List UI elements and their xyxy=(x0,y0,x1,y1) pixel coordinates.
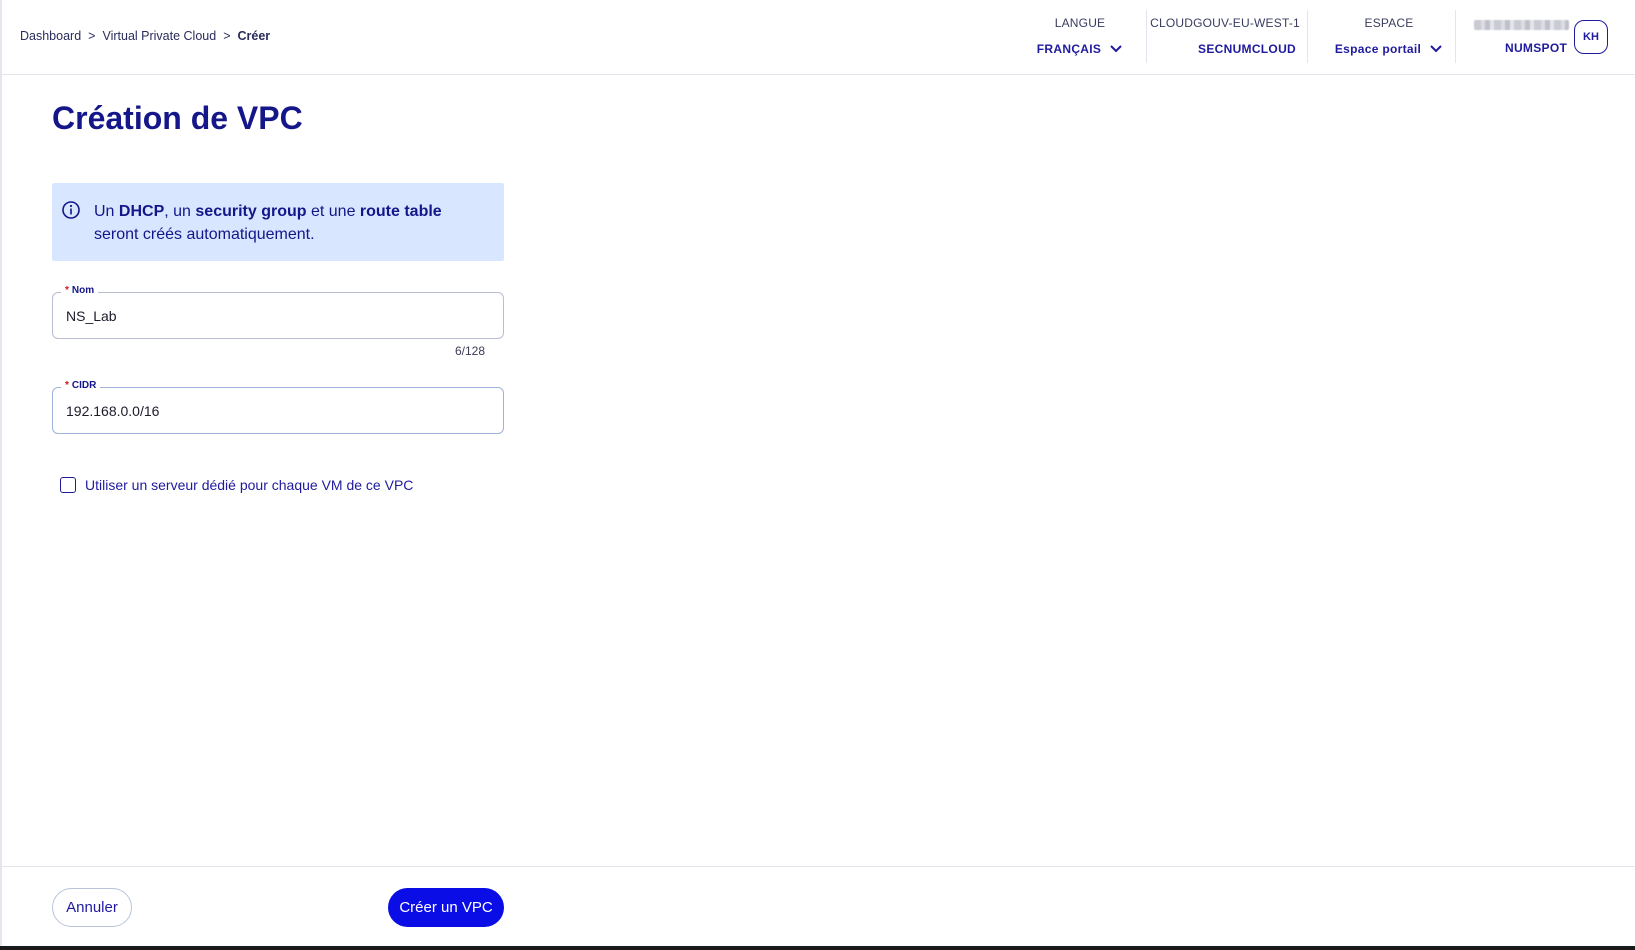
info-text: , un xyxy=(164,203,196,220)
info-dhcp: DHCP xyxy=(118,203,165,220)
breadcrumb-separator: > xyxy=(223,29,231,43)
region-label: CLOUDGOUV-EU-WEST-1 xyxy=(1150,16,1300,30)
info-security-group: security group xyxy=(195,203,307,220)
window-bottom-edge xyxy=(0,946,1635,950)
app-window: Dashboard > Virtual Private Cloud > Crée… xyxy=(0,0,1635,946)
info-text: et une xyxy=(306,203,360,220)
create-vpc-button[interactable]: Créer un VPC xyxy=(388,888,504,927)
breadcrumb: Dashboard > Virtual Private Cloud > Crée… xyxy=(20,29,270,43)
cidr-input[interactable] xyxy=(66,400,486,422)
cidr-label: CIDR xyxy=(71,380,97,391)
dedicated-server-checkbox[interactable] xyxy=(60,477,76,493)
required-mark: * xyxy=(65,285,69,296)
header-divider xyxy=(1307,10,1308,63)
chevron-down-icon xyxy=(1110,45,1122,53)
cidr-field: * CIDR xyxy=(52,380,504,434)
language-label: LANGUE xyxy=(1054,16,1106,30)
region-value: SECNUMCLOUD xyxy=(1198,42,1296,56)
name-input[interactable] xyxy=(66,305,486,327)
space-label: ESPACE xyxy=(1364,16,1414,30)
name-field: * Nom xyxy=(52,285,504,339)
breadcrumb-separator: > xyxy=(88,29,96,43)
breadcrumb-dashboard[interactable]: Dashboard xyxy=(20,29,81,43)
cancel-button[interactable]: Annuler xyxy=(52,888,132,927)
page-title: Création de VPC xyxy=(52,100,303,136)
redacted-user-name xyxy=(1474,20,1569,30)
required-mark: * xyxy=(65,380,69,391)
region-display: CLOUDGOUV-EU-WEST-1 SECNUMCLOUD xyxy=(1150,10,1300,64)
name-label: Nom xyxy=(71,285,95,296)
header-divider xyxy=(1146,10,1147,63)
language-value: FRANÇAIS xyxy=(1036,42,1102,56)
info-text: Un xyxy=(94,203,119,220)
info-text: seront créés automatiquement. xyxy=(94,226,315,243)
chevron-down-icon xyxy=(1430,45,1442,53)
breadcrumb-vpc[interactable]: Virtual Private Cloud xyxy=(102,29,216,43)
user-avatar[interactable]: KH xyxy=(1574,20,1608,54)
header-divider xyxy=(1455,10,1456,63)
form-footer: Annuler Créer un VPC xyxy=(2,866,1635,946)
info-banner: Un DHCP, un security group et une route … xyxy=(52,183,504,261)
breadcrumb-current: Créer xyxy=(237,29,271,43)
name-char-counter: 6/128 xyxy=(455,344,486,358)
dedicated-server-label: Utiliser un serveur dédié pour chaque VM… xyxy=(85,477,414,493)
language-selector[interactable]: LANGUE FRANÇAIS xyxy=(1020,10,1140,64)
dedicated-server-option[interactable]: Utiliser un serveur dédié pour chaque VM… xyxy=(60,477,413,493)
info-icon xyxy=(62,201,80,219)
organization-name: NUMSPOT xyxy=(1505,41,1568,55)
space-selector[interactable]: ESPACE Espace portail xyxy=(1314,10,1464,64)
top-header: Dashboard > Virtual Private Cloud > Crée… xyxy=(2,0,1635,75)
info-route-table: route table xyxy=(359,203,442,220)
space-value: Espace portail xyxy=(1334,42,1422,56)
